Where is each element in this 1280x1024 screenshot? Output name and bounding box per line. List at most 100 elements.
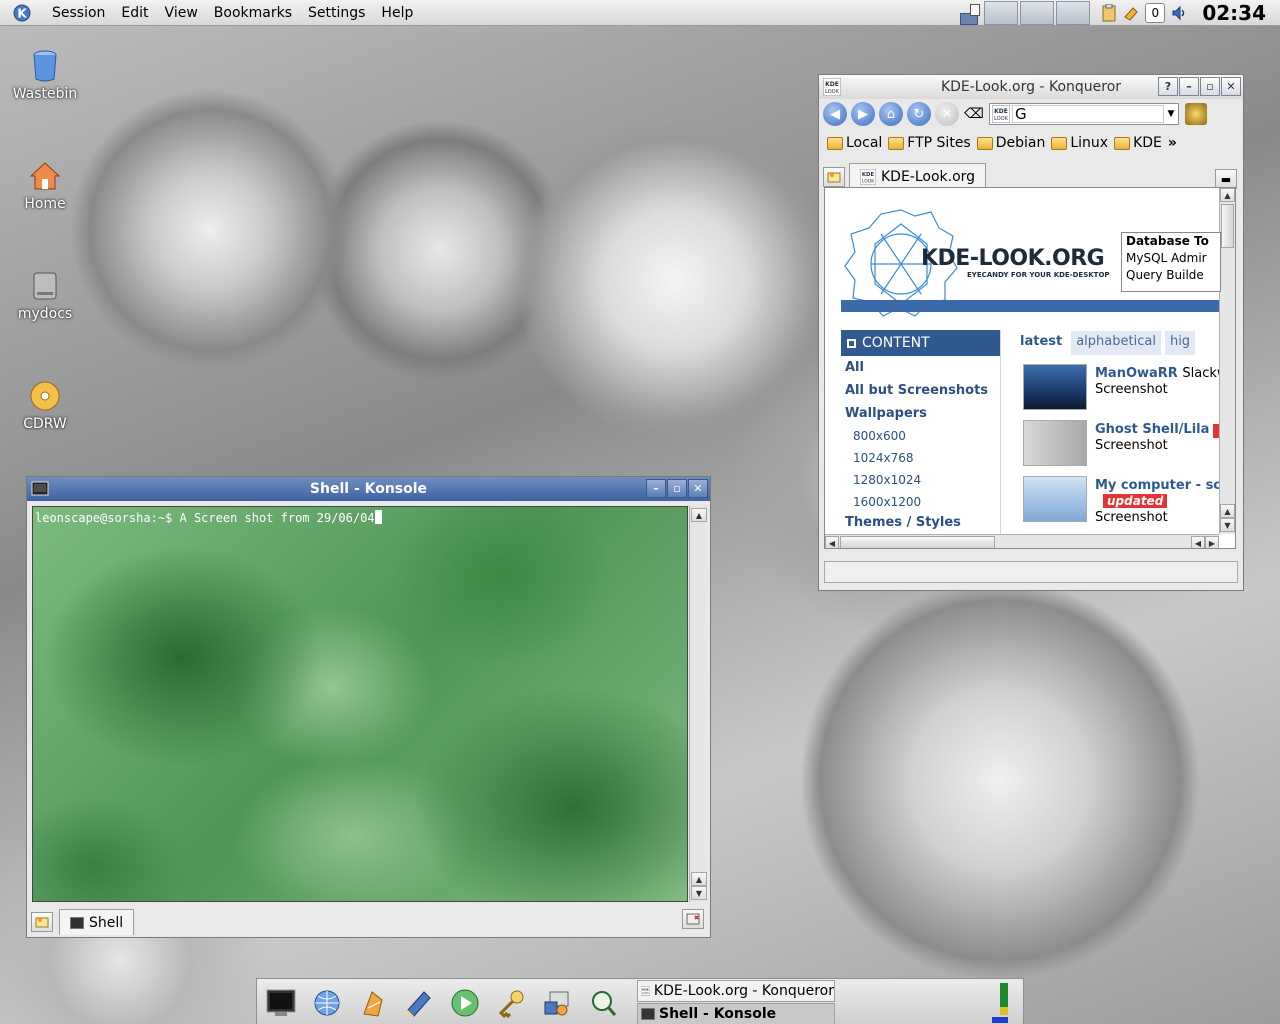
menu-settings[interactable]: Settings bbox=[300, 0, 373, 26]
scroll-down-arrow[interactable]: ▼ bbox=[691, 886, 707, 900]
tab-kde-look[interactable]: KDE LOOK KDE-Look.org bbox=[849, 163, 987, 189]
pager-desktop-1[interactable] bbox=[958, 1, 982, 25]
tab-label: Shell bbox=[89, 914, 124, 931]
sidebar-link-1600x1200[interactable]: 1600x1200 bbox=[841, 491, 1000, 513]
sidebar-link-all[interactable]: All bbox=[841, 356, 1000, 379]
tray-counter[interactable]: 0 bbox=[1145, 3, 1166, 23]
back-button[interactable]: ◀ bbox=[823, 102, 847, 126]
home-button[interactable]: ⌂ bbox=[879, 102, 903, 126]
k-menu-button[interactable]: K bbox=[0, 0, 44, 26]
task-konqueror[interactable]: KDE LOOK KDE-Look.org - Konqueror bbox=[637, 980, 835, 1002]
web-page-view[interactable]: KDE-LOOK.ORG EYECANDY FOR YOUR KDE-DESKT… bbox=[824, 187, 1236, 549]
stop-button[interactable]: ✕ bbox=[935, 102, 959, 126]
clock[interactable]: 02:34 bbox=[1190, 1, 1280, 25]
volume-icon[interactable] bbox=[1168, 2, 1190, 24]
minimize-button[interactable]: – bbox=[1179, 77, 1199, 96]
launcher-media-player[interactable] bbox=[447, 985, 483, 1021]
menu-bookmarks[interactable]: Bookmarks bbox=[206, 0, 300, 26]
sidebar-link-800x600[interactable]: 800x600 bbox=[841, 425, 1000, 447]
close-button[interactable]: ✕ bbox=[1221, 77, 1241, 96]
location-bar[interactable]: KDE LOOK G ▼ bbox=[989, 103, 1179, 125]
eraser-icon[interactable] bbox=[1120, 2, 1142, 24]
bookmark-debian[interactable]: Debian bbox=[976, 135, 1045, 151]
bookmark-local[interactable]: Local bbox=[827, 135, 882, 151]
tab-latest[interactable]: latest bbox=[1015, 331, 1068, 355]
scroll-thumb[interactable] bbox=[1221, 204, 1234, 248]
klipper-icon[interactable] bbox=[1098, 2, 1120, 24]
cpu-monitor[interactable] bbox=[990, 981, 1010, 1023]
bookmark-kde[interactable]: KDE bbox=[1114, 135, 1162, 151]
launcher-konqueror[interactable] bbox=[309, 985, 345, 1021]
content-entry[interactable]: Ghost Shell/Lila Screenshot bbox=[1023, 420, 1223, 472]
reload-button[interactable]: ↻ bbox=[907, 102, 931, 126]
close-session-button[interactable] bbox=[682, 909, 704, 929]
launcher-editor[interactable] bbox=[401, 985, 437, 1021]
clear-location-button[interactable]: ⌫ bbox=[963, 106, 985, 122]
pager-desktop-3[interactable] bbox=[1020, 1, 1055, 25]
scroll-left-arrow-2[interactable]: ◀ bbox=[1191, 536, 1205, 548]
terminal-area[interactable]: leonscape@sorsha:~$ A Screen shot from 2… bbox=[32, 506, 688, 902]
new-session-button[interactable] bbox=[31, 912, 53, 932]
more-bookmarks-icon[interactable]: » bbox=[1168, 135, 1177, 151]
maximize-button[interactable]: ▫ bbox=[1200, 77, 1220, 96]
sidebar-link-themes-styles[interactable]: Themes / Styles bbox=[841, 511, 1000, 534]
sidebar-link-wallpapers[interactable]: Wallpapers bbox=[841, 402, 1000, 425]
launcher-control-center[interactable] bbox=[539, 985, 575, 1021]
content-entry[interactable]: My computer - scr updated Screenshot bbox=[1023, 476, 1227, 528]
minimize-button[interactable]: – bbox=[646, 479, 666, 498]
close-tab-button[interactable]: ▬ bbox=[1215, 169, 1237, 189]
tab-alphabetical[interactable]: alphabetical bbox=[1071, 331, 1161, 355]
konqueror-throbber[interactable] bbox=[1185, 103, 1207, 125]
entry-title[interactable]: My computer - scr bbox=[1095, 478, 1227, 493]
menu-view[interactable]: View bbox=[157, 0, 206, 26]
scroll-up-arrow[interactable]: ▲ bbox=[691, 508, 707, 522]
close-button[interactable]: ✕ bbox=[688, 479, 708, 498]
pager-desktop-2[interactable] bbox=[984, 1, 1019, 25]
sidebar-link-all-but-screenshots[interactable]: All but Screenshots bbox=[841, 379, 1000, 402]
desktop-icon-mydocs[interactable]: mydocs bbox=[0, 268, 90, 322]
web-horizontal-scrollbar[interactable]: ◀ ◀ ▶ bbox=[825, 534, 1219, 548]
forward-button[interactable]: ▶ bbox=[851, 102, 875, 126]
scroll-up-arrow[interactable]: ▲ bbox=[1220, 188, 1235, 202]
launcher-mail[interactable] bbox=[355, 985, 391, 1021]
menu-help[interactable]: Help bbox=[373, 0, 421, 26]
entry-thumbnail[interactable] bbox=[1023, 364, 1087, 410]
scroll-right-arrow[interactable]: ▶ bbox=[1205, 536, 1219, 548]
location-input[interactable]: G bbox=[1012, 105, 1164, 123]
task-konsole[interactable]: Shell - Konsole bbox=[637, 1003, 835, 1024]
new-tab-button[interactable] bbox=[823, 167, 845, 187]
konsole-scrollbar[interactable]: ▲ ▲ ▼ bbox=[689, 506, 707, 902]
bookmark-linux[interactable]: Linux bbox=[1051, 135, 1108, 151]
desktop-icon-cdrw[interactable]: CDRW bbox=[0, 378, 90, 432]
entry-thumbnail[interactable] bbox=[1023, 476, 1087, 522]
content-entry[interactable]: ManOwaRR Slackw Screenshot bbox=[1023, 364, 1228, 416]
sidebar-link-1280x1024[interactable]: 1280x1024 bbox=[841, 469, 1000, 491]
ad-box[interactable]: Database To MySQL Admir Query Builde bbox=[1121, 232, 1221, 292]
menu-session[interactable]: Session bbox=[44, 0, 113, 26]
scroll-thumb[interactable] bbox=[840, 536, 995, 548]
launcher-search[interactable] bbox=[585, 985, 621, 1021]
konsole-titlebar[interactable]: Shell - Konsole – ▫ ✕ bbox=[27, 477, 710, 501]
sidebar-link-1024x768[interactable]: 1024x768 bbox=[841, 447, 1000, 469]
scroll-left-arrow[interactable]: ◀ bbox=[825, 536, 839, 548]
konqueror-titlebar[interactable]: KDE LOOK KDE-Look.org - Konqueror ? – ▫ ✕ bbox=[819, 75, 1243, 99]
chevron-down-icon[interactable]: ▼ bbox=[1164, 109, 1178, 119]
pager-desktop-4[interactable] bbox=[1056, 1, 1091, 25]
bookmark-ftp-sites[interactable]: FTP Sites bbox=[888, 135, 971, 151]
scroll-down-arrow[interactable]: ▼ bbox=[1220, 518, 1235, 532]
entry-thumbnail[interactable] bbox=[1023, 420, 1087, 466]
help-button[interactable]: ? bbox=[1158, 77, 1178, 96]
maximize-button[interactable]: ▫ bbox=[667, 479, 687, 498]
web-vertical-scrollbar[interactable]: ▲ ▲ ▼ bbox=[1219, 188, 1235, 534]
tab-highest-rated[interactable]: hig bbox=[1164, 331, 1196, 355]
scroll-up-arrow-2[interactable]: ▲ bbox=[691, 872, 707, 886]
scroll-up-arrow-2[interactable]: ▲ bbox=[1220, 504, 1235, 518]
launcher-konsole[interactable] bbox=[263, 985, 299, 1021]
entry-title[interactable]: Ghost Shell/Lila bbox=[1095, 422, 1209, 437]
menu-edit[interactable]: Edit bbox=[113, 0, 156, 26]
desktop-icon-home[interactable]: Home bbox=[0, 158, 90, 212]
tab-shell[interactable]: Shell bbox=[59, 909, 135, 935]
entry-title[interactable]: ManOwaRR Slackw bbox=[1095, 366, 1228, 381]
desktop-icon-wastebin[interactable]: Wastebin bbox=[0, 48, 90, 102]
launcher-security[interactable] bbox=[493, 985, 529, 1021]
